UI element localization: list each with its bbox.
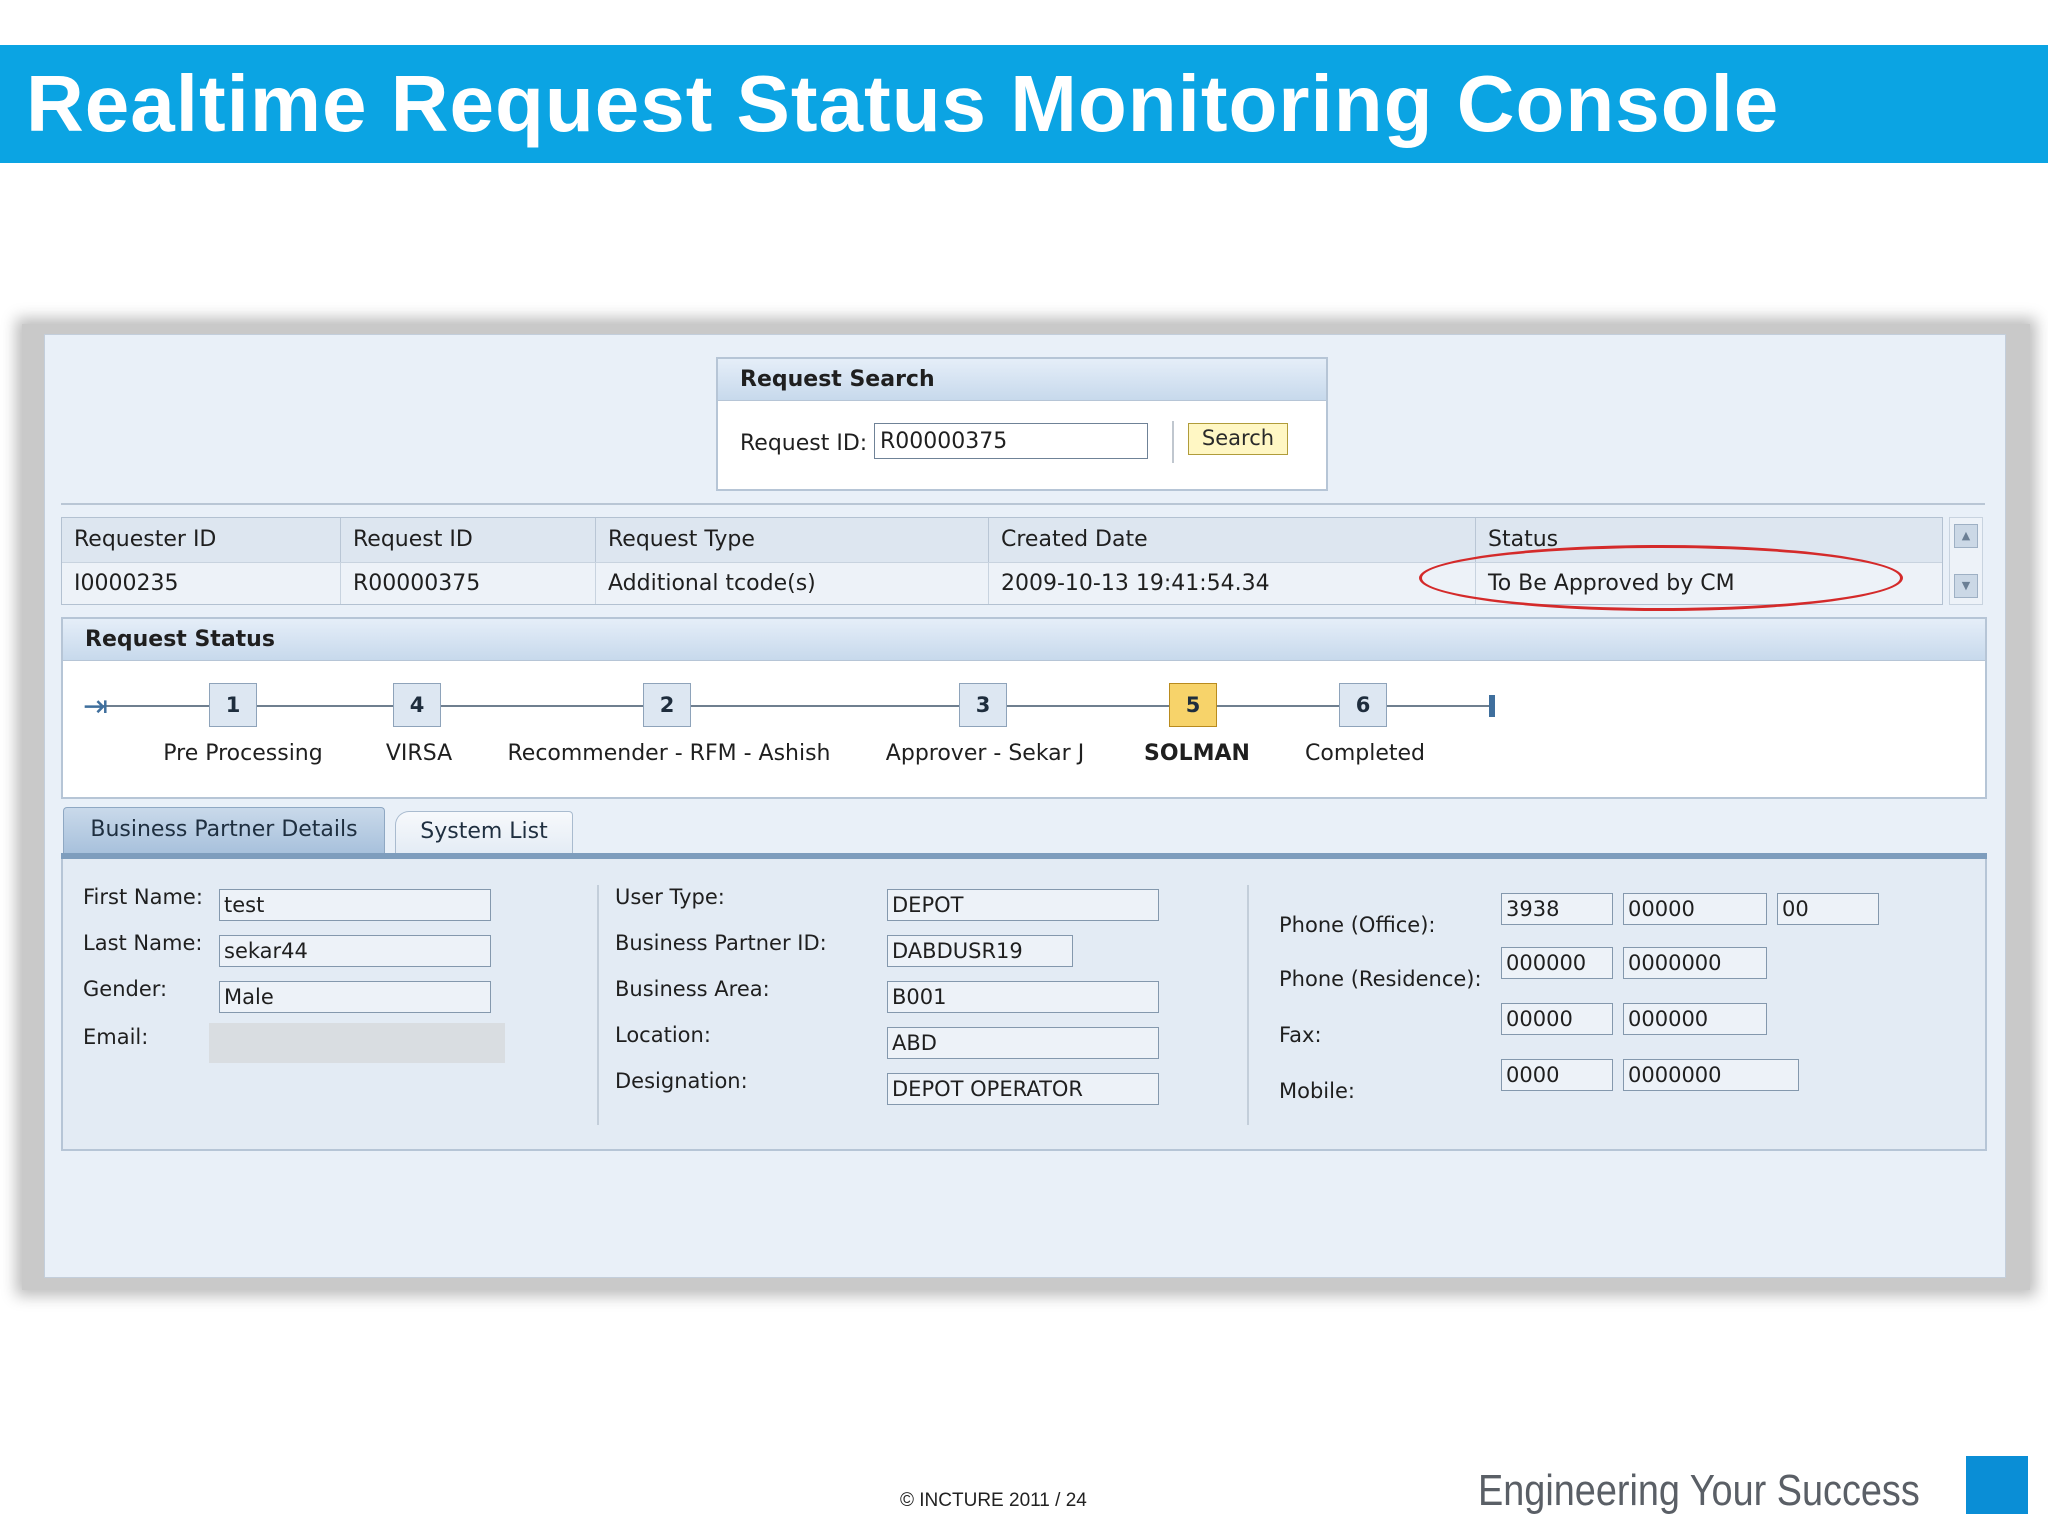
email-field[interactable] [209, 1023, 505, 1063]
business-partner-details-panel: First Name: test Last Name: sekar44 Gend… [61, 859, 1987, 1151]
business-area-label: Business Area: [615, 977, 770, 1001]
location-field[interactable]: ABD [887, 1027, 1159, 1059]
column-header-request-id[interactable]: Request ID [341, 518, 596, 562]
step-label-solman: SOLMAN [1144, 741, 1250, 766]
workflow-start-icon: ⇥ [83, 689, 109, 724]
business-partner-id-label: Business Partner ID: [615, 931, 827, 955]
designation-field[interactable]: DEPOT OPERATOR [887, 1073, 1159, 1105]
step-box-pre-processing[interactable]: 1 [209, 683, 257, 727]
workflow-end-icon [1489, 695, 1495, 717]
request-status-header: Request Status [63, 619, 1985, 661]
column-header-request-type[interactable]: Request Type [596, 518, 989, 562]
last-name-field[interactable]: sekar44 [219, 935, 491, 967]
step-box-recommender[interactable]: 2 [643, 683, 691, 727]
gender-label: Gender: [83, 977, 168, 1001]
phone-office-field-1[interactable]: 3938 [1501, 893, 1613, 925]
mobile-field-1[interactable]: 0000 [1501, 1059, 1613, 1091]
user-type-label: User Type: [615, 885, 725, 909]
column-separator [597, 885, 599, 1125]
location-label: Location: [615, 1023, 711, 1047]
fax-field-2[interactable]: 000000 [1623, 1003, 1767, 1035]
status-highlight-ellipse [1419, 545, 1903, 611]
fax-field-1[interactable]: 00000 [1501, 1003, 1613, 1035]
step-box-approver[interactable]: 3 [959, 683, 1007, 727]
first-name-field[interactable]: test [219, 889, 491, 921]
last-name-label: Last Name: [83, 931, 203, 955]
table-cell-created-date[interactable]: 2009-10-13 19:41:54.34 [989, 562, 1476, 604]
table-cell-request-type[interactable]: Additional tcode(s) [596, 562, 989, 604]
table-scrollbar[interactable]: ▲ ▼ [1949, 517, 1983, 605]
step-label-pre-processing: Pre Processing [163, 741, 323, 766]
request-status-title: Request Status [85, 627, 275, 652]
footer-tagline: Engineering Your Success [1478, 1466, 1920, 1515]
step-label-virsa: VIRSA [385, 741, 453, 766]
request-search-header: Request Search [718, 359, 1326, 401]
business-partner-id-field[interactable]: DABDUSR19 [887, 935, 1073, 967]
scroll-down-icon[interactable]: ▼ [1954, 574, 1978, 598]
search-separator [1172, 421, 1174, 463]
footer-copyright: © INCTURE 2011 / 24 [900, 1490, 1087, 1511]
mobile-label: Mobile: [1279, 1079, 1355, 1103]
designation-label: Designation: [615, 1069, 748, 1093]
scroll-up-icon[interactable]: ▲ [1954, 524, 1978, 548]
request-id-label: Request ID: [740, 431, 868, 456]
business-area-field[interactable]: B001 [887, 981, 1159, 1013]
phone-residence-field-2[interactable]: 0000000 [1623, 947, 1767, 979]
console-window: Request Search Request ID: Search Reques… [44, 334, 2006, 1278]
tab-system-list[interactable]: System List [395, 811, 573, 853]
table-cell-requester-id[interactable]: I0000235 [62, 562, 341, 604]
phone-office-label: Phone (Office): [1279, 913, 1436, 937]
phone-residence-field-1[interactable]: 000000 [1501, 947, 1613, 979]
slide-title-banner: Realtime Request Status Monitoring Conso… [0, 45, 2048, 163]
brand-square [1966, 1456, 2028, 1514]
divider [61, 503, 1985, 505]
request-search-title: Request Search [740, 367, 935, 392]
request-status-panel: Request Status ⇥ 1 4 2 3 5 6 Pre Process… [61, 617, 1987, 799]
request-search-panel: Request Search Request ID: Search [716, 357, 1328, 491]
step-box-solman[interactable]: 5 [1169, 683, 1217, 727]
tab-business-partner-details[interactable]: Business Partner Details [63, 807, 385, 853]
search-button[interactable]: Search [1188, 423, 1288, 455]
phone-office-field-3[interactable]: 00 [1777, 893, 1879, 925]
fax-label: Fax: [1279, 1023, 1322, 1047]
phone-residence-label: Phone (Residence): [1279, 967, 1482, 991]
mobile-field-2[interactable]: 0000000 [1623, 1059, 1799, 1091]
table-cell-request-id[interactable]: R00000375 [341, 562, 596, 604]
step-label-completed: Completed [1305, 741, 1425, 766]
phone-office-field-2[interactable]: 00000 [1623, 893, 1767, 925]
first-name-label: First Name: [83, 885, 203, 909]
email-label: Email: [83, 1025, 149, 1049]
step-box-completed[interactable]: 6 [1339, 683, 1387, 727]
user-type-field[interactable]: DEPOT [887, 889, 1159, 921]
step-label-approver: Approver - Sekar J [885, 741, 1085, 766]
column-header-created-date[interactable]: Created Date [989, 518, 1476, 562]
column-separator [1247, 885, 1249, 1125]
step-box-virsa[interactable]: 4 [393, 683, 441, 727]
column-header-requester-id[interactable]: Requester ID [62, 518, 341, 562]
slide-title: Realtime Request Status Monitoring Conso… [26, 59, 1780, 148]
request-id-input[interactable] [874, 423, 1148, 459]
gender-field[interactable]: Male [219, 981, 491, 1013]
step-label-recommender: Recommender - RFM - Ashish [507, 741, 831, 766]
workflow-line [101, 705, 1489, 707]
